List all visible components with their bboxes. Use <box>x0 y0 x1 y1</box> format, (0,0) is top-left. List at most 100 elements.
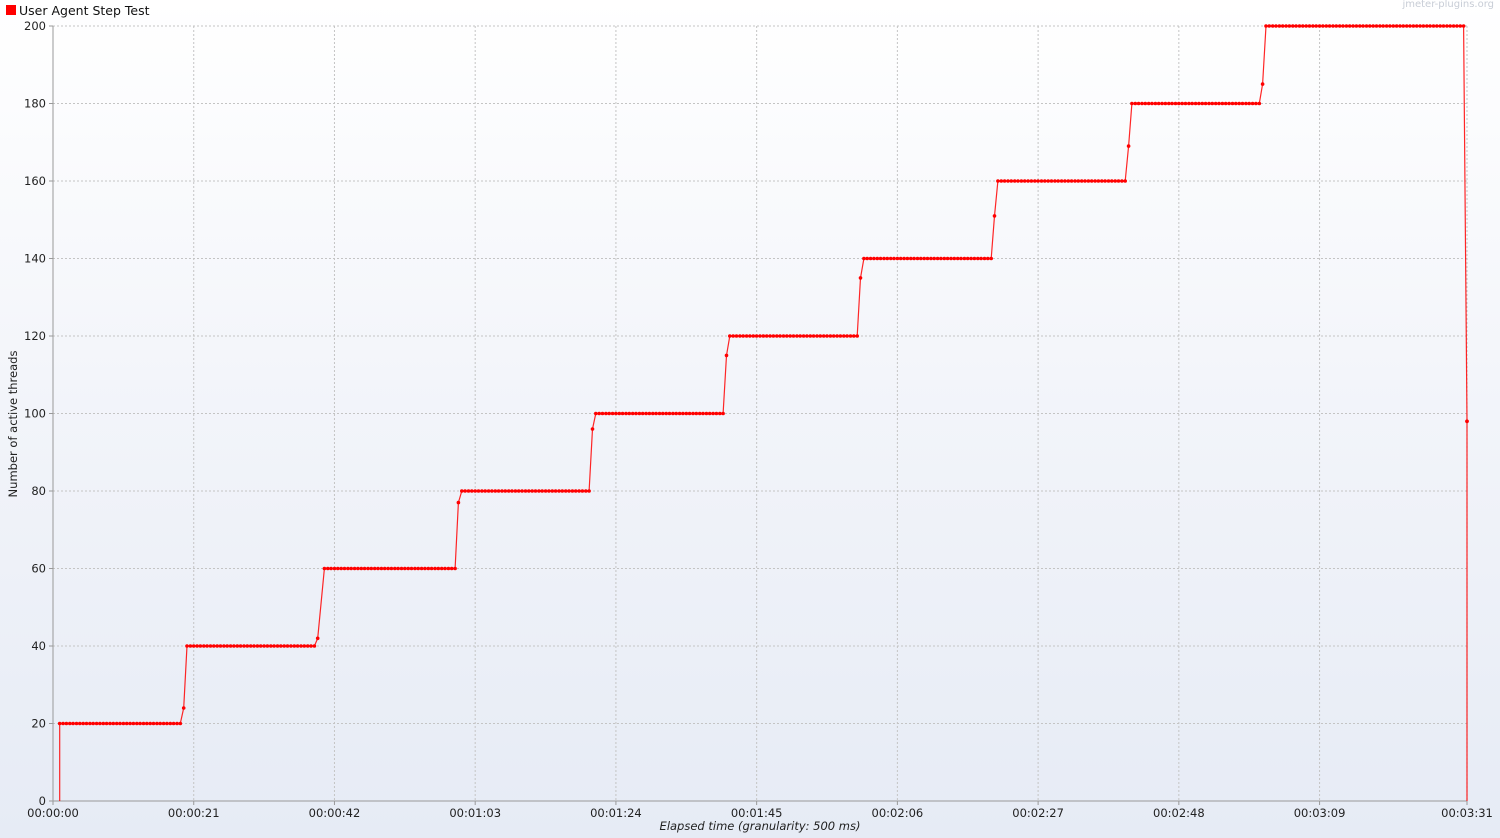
data-point <box>175 721 179 726</box>
data-point <box>537 489 541 493</box>
data-point <box>222 644 226 648</box>
data-point <box>64 721 69 726</box>
data-point <box>258 644 263 648</box>
data-point <box>155 721 159 726</box>
data-point <box>248 644 253 648</box>
data-point <box>1153 101 1158 106</box>
data-point <box>835 334 839 338</box>
data-point <box>141 721 146 726</box>
data-point <box>637 411 642 416</box>
data-point <box>1321 24 1325 28</box>
data-point <box>1063 179 1067 183</box>
data-point <box>630 411 635 416</box>
data-point <box>878 256 883 261</box>
data-point <box>929 256 933 261</box>
data-point <box>811 334 816 338</box>
data-point <box>362 566 367 571</box>
data-point <box>272 644 276 648</box>
data-point <box>1324 24 1329 28</box>
legend-swatch <box>6 5 16 15</box>
data-point <box>506 489 511 493</box>
data-point <box>523 489 528 493</box>
data-point <box>1002 179 1007 183</box>
data-point <box>1378 24 1382 28</box>
data-point <box>1039 179 1044 183</box>
y-tick-label: 160 <box>24 174 46 188</box>
data-point <box>1331 24 1335 28</box>
data-point <box>664 411 668 416</box>
data-point <box>573 489 578 493</box>
data-point <box>681 411 685 416</box>
data-point <box>299 644 303 648</box>
data-point <box>1012 179 1017 183</box>
data-point <box>282 644 287 648</box>
data-point <box>560 489 565 493</box>
data-point <box>94 721 99 726</box>
data-point <box>838 334 843 338</box>
data-point <box>292 644 297 648</box>
data-point <box>1237 101 1241 106</box>
data-point <box>795 334 799 338</box>
data-point <box>396 566 400 571</box>
data-point <box>1089 179 1094 183</box>
x-tick-label: 00:03:09 <box>1294 806 1346 820</box>
data-point <box>868 256 873 261</box>
data-point <box>212 644 216 648</box>
data-point <box>1163 101 1168 106</box>
data-point <box>1291 24 1295 28</box>
data-point <box>791 334 796 338</box>
data-point <box>1066 179 1071 183</box>
data-point <box>748 334 752 338</box>
data-point <box>982 256 987 261</box>
data-point <box>754 334 759 338</box>
data-point <box>617 411 622 416</box>
data-point <box>671 411 675 416</box>
data-point <box>845 334 849 338</box>
data-point <box>1143 101 1148 106</box>
data-point <box>1425 24 1429 28</box>
data-point <box>356 566 360 571</box>
data-point <box>439 566 444 571</box>
data-point <box>852 334 856 338</box>
data-point <box>108 721 112 726</box>
data-point <box>78 721 82 726</box>
data-point <box>1160 101 1164 106</box>
data-point <box>818 334 823 338</box>
x-tick-label: 00:02:06 <box>872 806 924 820</box>
x-axis-title: Elapsed time (granularity: 500 ms) <box>660 819 861 833</box>
data-point <box>697 411 702 416</box>
data-point <box>1341 24 1345 28</box>
data-point <box>1049 179 1054 183</box>
data-point <box>1465 419 1469 424</box>
data-point <box>1294 24 1298 28</box>
data-point <box>597 411 601 416</box>
data-point <box>1086 179 1091 183</box>
data-point <box>238 644 243 648</box>
data-point <box>965 256 970 261</box>
data-point <box>419 566 424 571</box>
y-tick-label: 20 <box>31 717 46 731</box>
data-point <box>265 644 270 648</box>
data-point <box>1146 101 1151 106</box>
data-point <box>486 489 491 493</box>
data-point <box>540 489 544 493</box>
data-point <box>744 334 749 338</box>
data-point <box>557 489 561 493</box>
y-tick-label: 120 <box>24 329 46 343</box>
data-point <box>393 566 397 571</box>
data-point <box>942 256 947 261</box>
data-point <box>905 256 910 261</box>
y-tick-label: 40 <box>31 639 46 653</box>
chart: 020406080100120140160180200 00:00:00 00:0… <box>6 0 1494 833</box>
data-point <box>1123 179 1127 183</box>
data-point <box>1106 179 1111 183</box>
data-point <box>349 566 354 571</box>
data-point <box>825 334 829 338</box>
data-point <box>302 644 307 648</box>
data-point <box>1069 179 1074 183</box>
data-point <box>979 256 983 261</box>
legend[interactable]: User Agent Step Test <box>6 3 150 18</box>
data-point <box>1344 24 1349 28</box>
data-point <box>1354 24 1359 28</box>
data-point <box>1334 24 1339 28</box>
